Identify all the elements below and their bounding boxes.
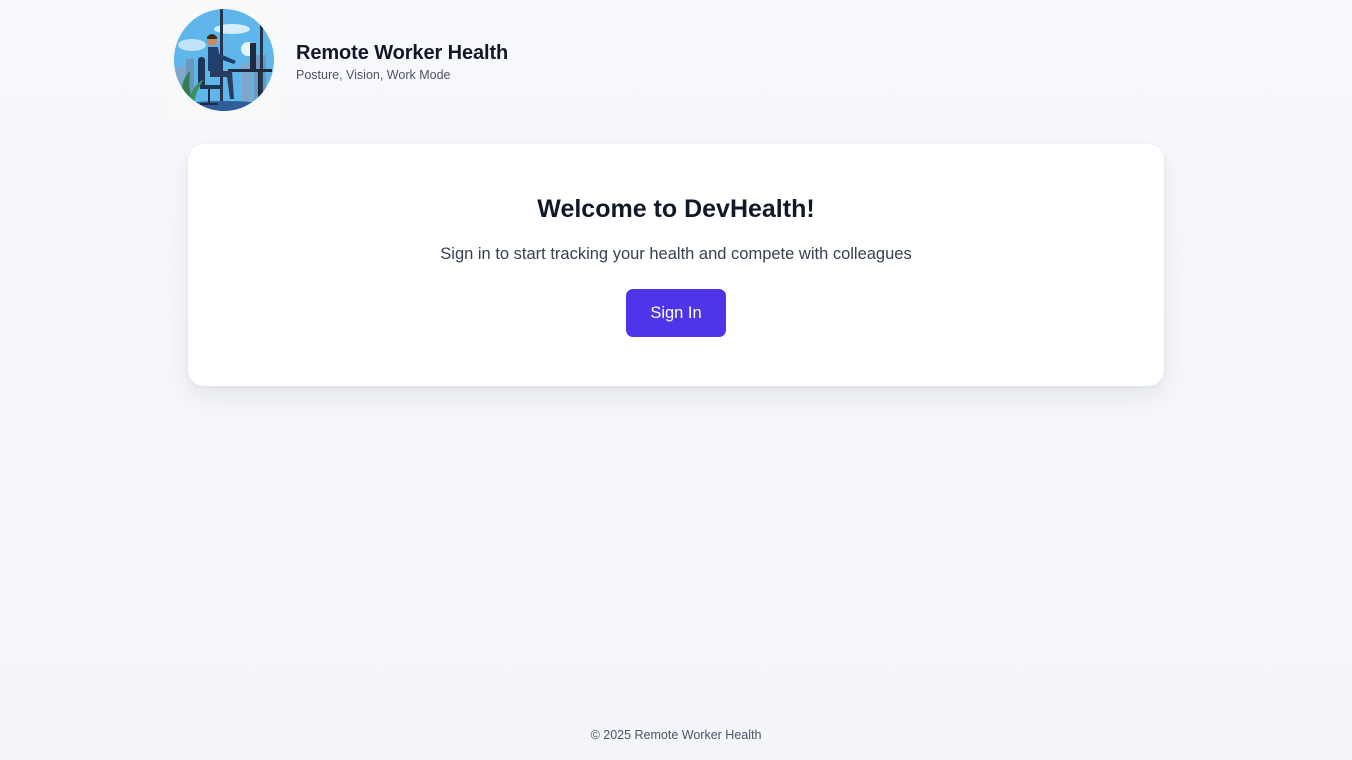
welcome-subtitle: Sign in to start tracking your health an… <box>440 245 912 263</box>
brand: Remote Worker Health Posture, Vision, Wo… <box>296 40 508 83</box>
sign-in-button[interactable]: Sign In <box>626 289 726 337</box>
app-title: Remote Worker Health <box>296 41 509 64</box>
welcome-card: Welcome to DevHealth! Sign in to start t… <box>188 144 1164 386</box>
footer-copyright: © 2025 Remote Worker Health <box>590 728 762 742</box>
app-logo[interactable] <box>168 2 280 120</box>
remote-worker-illustration-icon <box>174 9 274 111</box>
app-header: Remote Worker Health Posture, Vision, Wo… <box>168 2 508 120</box>
welcome-title: Welcome to DevHealth! <box>537 195 815 223</box>
app-subtitle: Posture, Vision, Work Mode <box>296 67 451 82</box>
